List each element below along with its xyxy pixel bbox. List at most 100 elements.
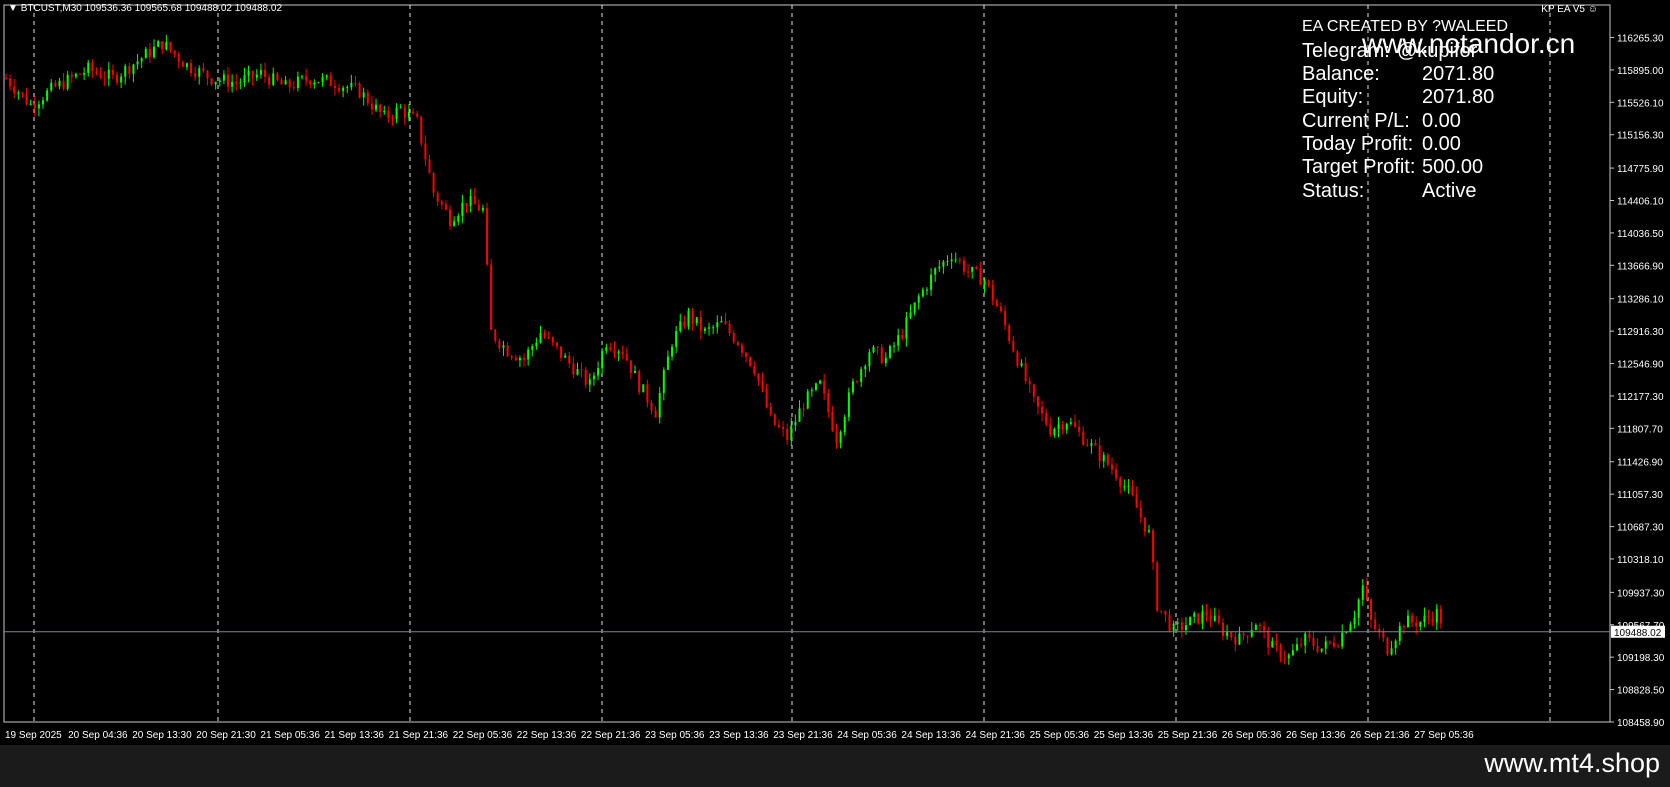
candle-body — [1234, 637, 1237, 645]
candle-body — [1279, 645, 1282, 658]
candle-body — [103, 77, 106, 79]
candle-body — [403, 107, 406, 118]
candle-body — [539, 333, 542, 343]
candle-body — [962, 260, 965, 272]
x-tick-label: 19 Sep 2025 — [5, 730, 62, 741]
candle-body — [366, 92, 369, 104]
candle-body — [461, 202, 464, 216]
y-tick-label: 115526.10 — [1617, 98, 1664, 109]
candle-body — [1250, 630, 1253, 637]
candle-body — [181, 61, 184, 67]
candle-body — [25, 93, 28, 105]
candle-body — [638, 370, 641, 393]
candle-body — [1258, 624, 1261, 626]
candle-body — [1287, 655, 1290, 659]
candle-body — [1406, 615, 1409, 628]
candle-body — [1094, 443, 1097, 446]
candlestick-chart[interactable]: 19 Sep 2025 20 Sep 04:36 20 Sep 13:30 20 Se… — [0, 0, 1670, 745]
triangle-down-icon[interactable]: ▼ — [8, 3, 18, 14]
candle-body — [1394, 640, 1397, 649]
x-tick-label: 26 Sep 21:36 — [1350, 730, 1410, 741]
candle-body — [370, 103, 373, 110]
candle-body — [120, 76, 123, 83]
candle-body — [329, 75, 332, 87]
candle-body — [868, 352, 871, 367]
candle-body — [564, 355, 567, 358]
candle-body — [699, 317, 702, 331]
candle-body — [70, 74, 73, 77]
candle-body — [1160, 610, 1163, 612]
candle-body — [1304, 633, 1307, 646]
info-value: 0.00 — [1422, 133, 1461, 155]
candle-body — [753, 365, 756, 374]
y-tick-label: 114036.50 — [1617, 229, 1664, 240]
ea-badge[interactable]: KP EA V5 ☺ — [1541, 4, 1598, 15]
candle-body — [202, 68, 205, 71]
candle-body — [148, 49, 151, 58]
candle-body — [897, 335, 900, 346]
candle-body — [765, 388, 768, 408]
candle-body — [1230, 632, 1233, 638]
candle-body — [95, 71, 98, 74]
candle-body — [387, 110, 390, 118]
info-label: Target Profit: — [1302, 156, 1416, 178]
candle-body — [1267, 630, 1270, 648]
x-tick-label: 23 Sep 21:36 — [773, 730, 833, 741]
candle-body — [444, 204, 447, 210]
candle-body — [1024, 363, 1027, 382]
y-tick-label: 113666.90 — [1617, 261, 1664, 272]
candle-body — [527, 349, 530, 360]
candle-body — [749, 356, 752, 366]
candle-body — [675, 330, 678, 347]
x-tick-label: 21 Sep 21:36 — [389, 730, 449, 741]
candle-body — [251, 71, 254, 78]
candle-body — [1143, 517, 1146, 532]
candle-body — [1275, 641, 1278, 646]
x-tick-label: 24 Sep 05:36 — [837, 730, 897, 741]
candle-body — [1271, 641, 1274, 648]
candle-body — [724, 321, 727, 324]
candle-body — [79, 73, 82, 75]
candle-body — [930, 274, 933, 290]
candle-body — [1369, 599, 1372, 620]
candle-body — [116, 74, 119, 83]
y-tick-label: 113286.10 — [1617, 295, 1664, 306]
candle-body — [794, 421, 797, 426]
symbol-label: BTCUST,M30 — [20, 3, 82, 14]
candle-body — [597, 368, 600, 376]
candle-body — [621, 351, 624, 354]
candle-body — [827, 393, 830, 412]
candle-body — [1168, 614, 1171, 631]
y-tick-label: 109198.30 — [1617, 653, 1665, 664]
candle-body — [210, 78, 213, 85]
candle-body — [1431, 617, 1434, 623]
candle-body — [1316, 645, 1319, 652]
info-label: Equity: — [1302, 86, 1364, 108]
info-value: 500.00 — [1422, 156, 1484, 178]
candle-body — [1402, 626, 1405, 628]
candle-body — [572, 363, 575, 375]
y-tick-label: 115156.30 — [1617, 131, 1664, 142]
candle-body — [1119, 478, 1122, 487]
candle-body — [288, 80, 291, 88]
candle-body — [716, 322, 719, 328]
candle-body — [177, 54, 180, 62]
candle-body — [1201, 611, 1204, 624]
candle-body — [395, 107, 398, 119]
candle-body — [995, 300, 998, 307]
candle-body — [247, 71, 250, 76]
candle-body — [469, 195, 472, 206]
candle-body — [1041, 406, 1044, 414]
candle-body — [773, 414, 776, 425]
candle-body — [576, 369, 579, 375]
candle-body — [301, 76, 304, 78]
candle-body — [449, 209, 452, 226]
candle-body — [62, 80, 65, 89]
candle-body — [350, 82, 353, 88]
info-value: Active — [1422, 180, 1477, 202]
candle-body — [823, 380, 826, 394]
y-tick-label: 109937.30 — [1617, 588, 1665, 599]
candle-body — [243, 75, 246, 83]
candle-body — [1357, 599, 1360, 618]
candle-body — [190, 63, 193, 74]
